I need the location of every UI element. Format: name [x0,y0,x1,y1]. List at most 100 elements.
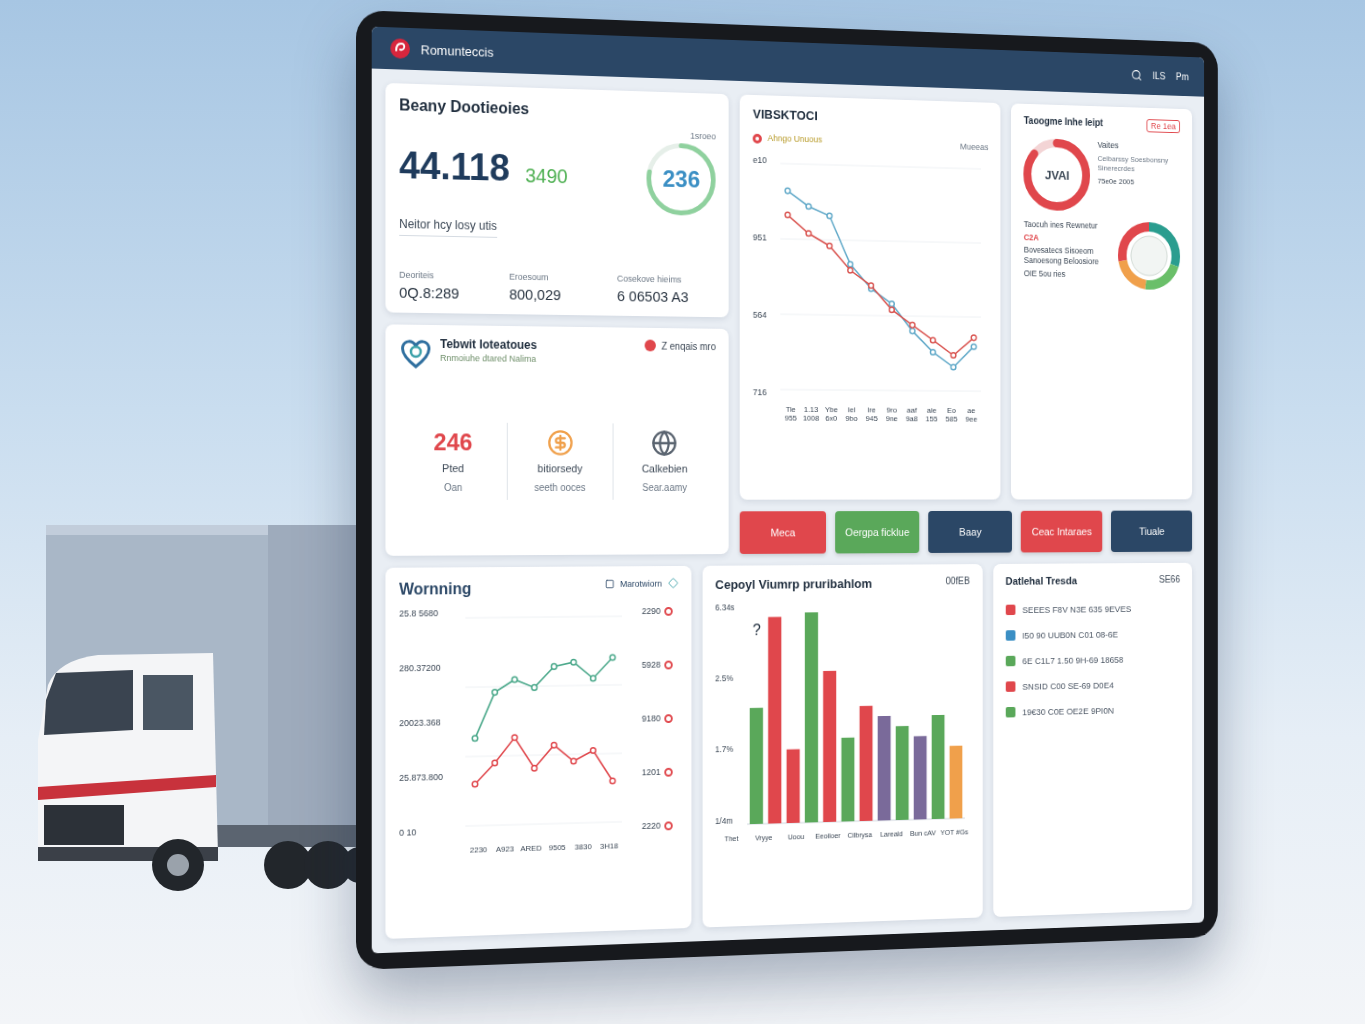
bar [786,749,799,823]
action-button[interactable]: Meca [740,511,826,554]
details-card: Datlehal TresdaSE66SEEES F8V N3E 635 9EV… [993,563,1192,917]
trend-y-axis: e10951564716 [753,155,775,397]
line-point [869,282,874,287]
bar [768,616,781,823]
bar [913,736,926,820]
bar [895,726,908,820]
action-button[interactable]: Baay [929,511,1012,553]
details-row[interactable]: 6E C1L7 1.50 9H-69 18658 [1005,654,1180,667]
fleet-subtitle: Rnmoiuhe dtared Nalima [440,353,637,366]
header-link[interactable]: ILS [1153,70,1166,81]
details-row[interactable]: 19€30 C0E OE2E 9PI0N [1005,704,1180,718]
summary-value: 44.118 [399,145,510,189]
fleet-header: Tebwit IoteatouesRnmoiuhe dtared NalimaZ… [399,337,716,374]
donut-segment [1122,226,1176,285]
ratio-card: Taoogme Inhe IeiptRe 1eaJVAIVaitesCelbar… [1011,103,1192,499]
trend-title: VIBSKTOCI [753,107,989,129]
line-series [472,655,615,742]
line-point [910,328,915,333]
line-point [889,307,894,312]
line-series [472,733,615,787]
action-button[interactable]: Oergpa ficklue [835,511,920,553]
warning-mark: 5928 [626,660,673,670]
ratio-main: JVAIVaitesCelbarssy Soesbonsny Sinerecrd… [1024,138,1180,214]
row-swatch [1005,630,1015,641]
warning-x-axis: 2230A923ARED950538303H18 [465,842,622,856]
row-swatch [1005,656,1015,667]
header-link[interactable]: Pm [1176,71,1189,82]
line-point [785,188,790,194]
header-tools: ILS Pm [1131,68,1189,82]
ratio-badge: Re 1ea [1146,119,1180,133]
fleet-item: CalkebienSear.aamy [612,423,716,500]
summary-card: Beany Dootieoies44.11834901sroeo236Neito… [385,83,728,317]
warning-mark: 1201 [626,767,673,778]
ratio-note: C2A [1024,232,1111,244]
line-series [785,212,976,358]
bar-note: 00fEB [946,576,970,588]
action-button[interactable]: Ceac Intaraes [1021,511,1103,553]
line-point [848,267,853,272]
line-point [951,364,956,369]
row-swatch [1005,605,1015,616]
bar [804,612,817,822]
fleet-number: 246 [434,428,473,456]
summary-delta: 3490 [525,165,567,189]
details-title: Datlehal Tresda [1005,575,1077,588]
row-swatch [1005,682,1015,693]
line-point [951,352,956,357]
summary-main: 44.118 3490 1sroeo236 [399,122,716,216]
coin-icon [547,429,574,457]
line-point [972,335,977,340]
line-point [806,230,811,236]
details-row[interactable]: SNSID C00 SE-69 D0E4 [1005,679,1180,692]
bar [931,714,944,818]
line-point [972,344,977,349]
bar-plot: ? [747,600,965,825]
dashboard-body: Beany Dootieoies44.11834901sroeo236Neito… [372,69,1204,954]
fleet-items: 246PtedOanbitiorsedyseeth oocesCalkebien… [399,378,716,543]
warning-card: WornningMarotwiorn25.8 5680280.372002002… [385,566,691,939]
warning-marks: 22905928918012012220 [626,606,673,831]
summary-caption: 1sroeo [690,131,716,143]
summary-ring-label: 236 [647,143,716,217]
summary-title: Beany Dootieoies [399,95,716,124]
line-point [610,655,615,661]
bar [749,707,762,823]
line-point [551,742,556,748]
bar-card: Cepoyl Viumrp pruribahlom00fEB6.34s2.5%1… [702,564,982,927]
line-point [571,759,576,765]
action-bar: MecaOergpa ficklueBaayCeac IntaraesTiual… [740,511,1192,554]
search-icon[interactable] [1131,68,1142,81]
row-swatch [1005,707,1015,718]
line-point [785,212,790,218]
logo-icon[interactable] [389,37,411,60]
line-point [610,778,615,784]
ratio-ring: JVAI [1024,138,1091,212]
ratio-note: Bovesatecs Sisoeom Sanoesong Beloosiore [1024,245,1111,267]
truck-illustration [38,525,378,895]
line-point [590,748,595,754]
bar-mark: ? [752,621,760,638]
bar [841,737,854,821]
warning-y-axis: 25.8 5680280.3720020023.36825.873.8000 1… [399,608,461,838]
trend-card: VIBSKTOCIAhngo UnuousMueease10951564716T… [740,95,1001,500]
trend-chart: e10951564716 [753,155,989,399]
diamond-icon[interactable] [668,578,678,589]
segment-donut-chart [1118,221,1180,290]
warning-tools: Marotwiorn [605,578,678,589]
monitor: RomunteccisILSPmBeany Dootieoies44.11834… [356,10,1218,970]
action-button[interactable]: Tiuale [1111,511,1192,552]
square-icon[interactable] [605,579,614,589]
line-point [889,301,894,306]
line-point [472,782,477,788]
bar-chart: 6.34s2.5%1.7%1/4m? [715,600,970,826]
line-point [571,660,576,666]
ratio-detail: Taocuh ines RewneturC2ABovesatecs Sisoeo… [1024,219,1180,290]
bar-y-axis: 6.34s2.5%1.7%1/4m [715,602,743,826]
details-row[interactable]: I50 90 UUB0N C01 08-6E [1005,628,1180,641]
bar [877,716,890,821]
bar [859,705,872,820]
details-row[interactable]: SEEES F8V N3E 635 9EVES [1005,603,1180,615]
ratio-note: Taocuh ines Rewnetur [1024,219,1111,231]
